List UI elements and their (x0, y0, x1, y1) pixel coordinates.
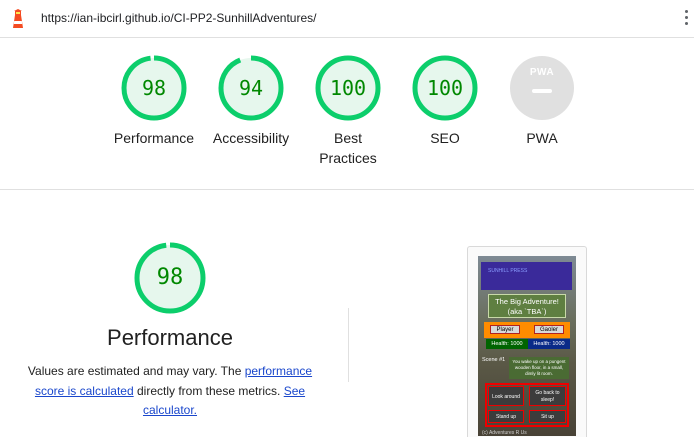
thumb-gaoler-label: Gaoler (534, 325, 564, 334)
performance-score-value: 98 (156, 265, 184, 290)
score-gauge: 100 (412, 55, 478, 121)
pwa-badge-text: PWA (529, 67, 555, 78)
pwa-dash-icon (532, 89, 552, 93)
category-pwa[interactable]: PWA PWA (487, 55, 597, 148)
category-label: SEO (430, 130, 460, 146)
thumb-banner-text: SUNHILL PRESS (488, 268, 528, 274)
thumb-scene-text: You wake up on a pungent wooden floor, i… (509, 357, 569, 379)
thumb-sit-button: Sit up (529, 410, 566, 423)
score-value: 100 (426, 76, 464, 100)
thumb-player-health: Health: 1000 (486, 339, 528, 349)
thumb-footer: (c) Adventures R Us (482, 430, 527, 436)
score-gauge: 94 (218, 55, 284, 121)
lighthouse-icon (13, 9, 23, 28)
score-gauge: 100 (315, 55, 381, 121)
thumb-player-label: Player (490, 325, 520, 334)
thumb-title-line: The Big Adventure! (495, 297, 559, 306)
url-bar: https://ian-ibcirl.github.io/CI-PP2-Sunh… (0, 0, 694, 38)
thumb-game-title: The Big Adventure! (aka `TBA`) (488, 294, 566, 318)
performance-gauge: 98 (134, 242, 206, 314)
desc-text: directly from these metrics. (133, 383, 284, 398)
score-value: 100 (329, 76, 367, 100)
category-seo[interactable]: 100 SEO (390, 55, 500, 148)
more-vertical-icon[interactable] (683, 10, 689, 30)
category-performance[interactable]: 98 Performance (99, 55, 209, 148)
final-screenshot: SUNHILL PRESS The Big Adventure! (aka `T… (478, 256, 576, 436)
vertical-separator (348, 308, 349, 382)
category-label: Performance (113, 130, 195, 146)
page-url: https://ian-ibcirl.github.io/CI-PP2-Sunh… (41, 11, 317, 25)
desc-text: Values are estimated and may vary. The (27, 364, 245, 378)
section-divider (0, 189, 694, 190)
thumb-sleep-button: Go back to sleep! (529, 386, 566, 406)
score-value: 94 (238, 76, 264, 100)
performance-description: Values are estimated and may vary. The p… (22, 362, 318, 421)
pwa-badge: PWA (509, 55, 575, 121)
thumb-gaoler-health: Health: 1000 (528, 339, 570, 349)
score-gauge: 98 (121, 55, 187, 121)
category-accessibility[interactable]: 94 Accessibility (196, 55, 306, 148)
thumb-stand-button: Stand up (488, 410, 524, 423)
pwa-circle (510, 56, 574, 120)
thumb-title-line: (aka `TBA`) (507, 306, 547, 316)
category-label: Best Practices (319, 130, 377, 166)
category-label: Accessibility (212, 130, 290, 146)
category-label: PWA (526, 130, 558, 146)
thumb-look-button: Look around (488, 386, 524, 406)
thumb-scene-label: Scene #1 (482, 357, 506, 363)
score-value: 98 (141, 76, 167, 100)
category-best-practices[interactable]: 100 Best Practices (293, 55, 403, 168)
performance-title: Performance (107, 325, 233, 350)
thumb-banner (481, 262, 572, 290)
